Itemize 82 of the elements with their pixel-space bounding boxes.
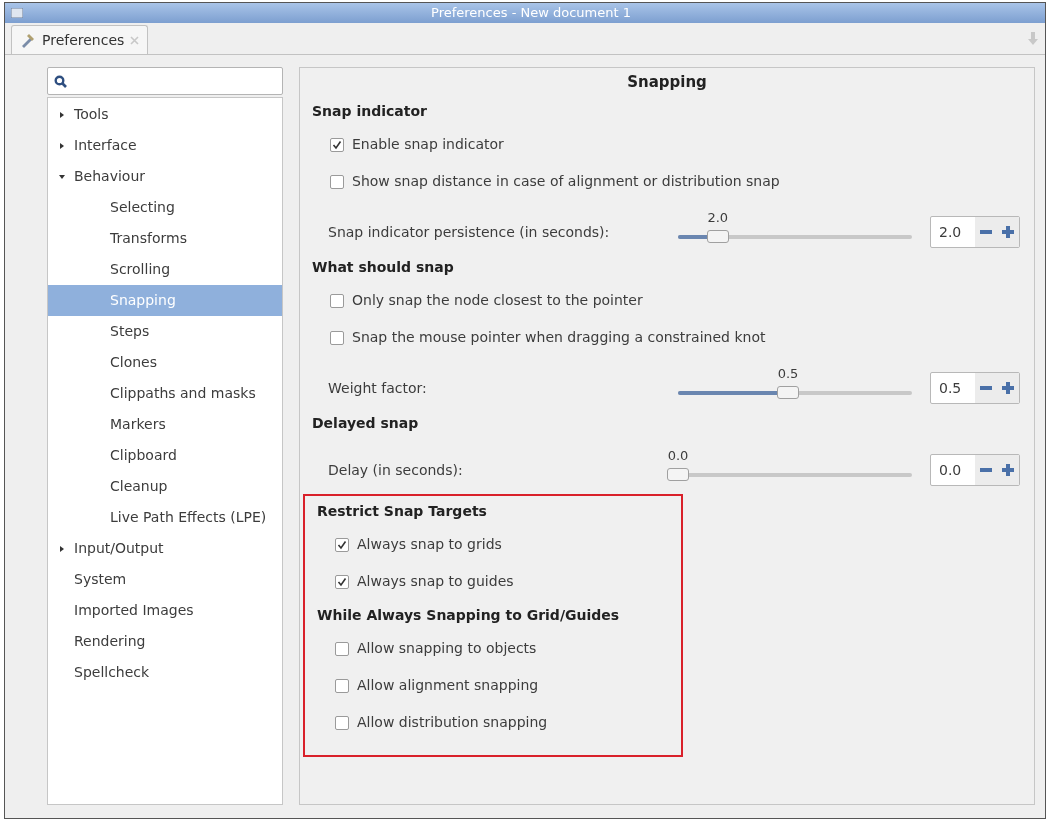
minus-icon	[980, 230, 992, 234]
slider[interactable]: 2.0	[670, 208, 920, 248]
search-field[interactable]	[47, 67, 283, 95]
slider[interactable]: 0.5	[670, 364, 920, 404]
tree-item[interactable]: Selecting	[48, 192, 282, 223]
decrement-button[interactable]	[975, 373, 997, 403]
checkbox-label: Show snap distance in case of alignment or distribution snap	[352, 172, 780, 191]
collapsed-arrow-icon[interactable]	[58, 110, 66, 119]
window-menu-icon[interactable]	[11, 8, 23, 18]
spin-field[interactable]: 0.0	[930, 454, 1020, 486]
tree-item[interactable]: Input/Output	[48, 533, 282, 564]
checkbox[interactable]	[335, 678, 349, 693]
tree-item[interactable]: Scrolling	[48, 254, 282, 285]
panel-title: Snapping	[626, 71, 708, 93]
slider-thumb[interactable]	[706, 230, 729, 243]
checkmark-icon	[332, 139, 342, 150]
spin-field[interactable]: 0.5	[930, 372, 1020, 404]
expanded-arrow-icon[interactable]	[58, 172, 66, 181]
checkbox-label: Enable snap indicator	[352, 135, 504, 154]
checkbox[interactable]	[330, 330, 344, 345]
tree-item[interactable]: Tools	[48, 99, 282, 130]
tree-item[interactable]: Clipboard	[48, 440, 282, 471]
checkbox[interactable]	[335, 537, 349, 552]
tree-item[interactable]: Interface	[48, 130, 282, 161]
section-heading: Snap indicator	[311, 101, 428, 121]
tree-item[interactable]: System	[48, 564, 282, 595]
spin-field[interactable]: 2.0	[930, 216, 1020, 248]
minus-icon	[980, 468, 992, 472]
plus-icon	[1002, 382, 1014, 394]
slider-label: Snap indicator persistence (in seconds):	[328, 223, 611, 242]
increment-button[interactable]	[997, 217, 1019, 247]
collapsed-arrow-icon[interactable]	[58, 544, 66, 553]
increment-button[interactable]	[997, 373, 1019, 403]
section-heading: Delayed snap	[311, 413, 420, 433]
tree-item[interactable]: Rendering	[48, 626, 282, 657]
tree-item[interactable]: Imported Images	[48, 595, 282, 626]
minus-icon	[980, 386, 992, 390]
checkbox-label: Always snap to grids	[357, 535, 502, 554]
checkbox-label: Allow snapping to objects	[357, 639, 537, 658]
checkmark-icon	[337, 539, 347, 550]
checkbox-label: Allow distribution snapping	[357, 713, 548, 732]
slider-label: Weight factor:	[328, 379, 428, 398]
increment-button[interactable]	[997, 455, 1019, 485]
checkbox-label: Allow alignment snapping	[357, 676, 539, 695]
tree-item[interactable]: Markers	[48, 409, 282, 440]
tree-item[interactable]: Steps	[48, 316, 282, 347]
section-heading: Restrict Snap Targets	[316, 501, 488, 521]
checkbox[interactable]	[330, 137, 344, 152]
search-icon	[54, 74, 67, 88]
slider-reading: 0.5	[777, 365, 799, 383]
tree-item[interactable]: Spellcheck	[48, 657, 282, 688]
slider[interactable]: 0.0	[670, 446, 920, 486]
checkbox-label: Only snap the node closest to the pointer	[352, 291, 643, 310]
window-title: Preferences - New document 1	[430, 4, 632, 23]
slider-thumb[interactable]	[667, 468, 689, 481]
checkbox-label: Always snap to guides	[357, 572, 514, 591]
plus-icon	[1002, 464, 1014, 476]
tree-item[interactable]: Live Path Effects (LPE)	[48, 502, 282, 533]
checkbox-label: Snap the mouse pointer when dragging a constrained knot	[352, 328, 766, 347]
slider-label: Delay (in seconds):	[328, 461, 464, 480]
checkmark-icon	[337, 576, 347, 587]
tree-item[interactable]: Behaviour	[48, 161, 282, 192]
checkbox[interactable]	[335, 641, 349, 656]
tab[interactable]: Preferences	[11, 25, 149, 54]
checkbox[interactable]	[330, 174, 344, 189]
checkbox[interactable]	[335, 574, 349, 589]
collapsed-arrow-icon[interactable]	[58, 141, 66, 150]
section-heading: What should snap	[311, 257, 455, 277]
tree-item[interactable]: Clippaths and masks	[48, 378, 282, 409]
slider-reading: 2.0	[707, 209, 729, 227]
tree-item[interactable]: Transforms	[48, 223, 282, 254]
plus-icon	[1002, 226, 1014, 238]
tree-item[interactable]: Cleanup	[48, 471, 282, 502]
tree-item[interactable]: Clones	[48, 347, 282, 378]
tools-icon	[20, 32, 36, 48]
slider-reading: 0.0	[667, 447, 689, 465]
decrement-button[interactable]	[975, 217, 997, 247]
slider-thumb[interactable]	[776, 386, 799, 399]
checkbox[interactable]	[330, 293, 344, 308]
section-heading: While Always Snapping to Grid/Guides	[316, 605, 621, 625]
checkbox[interactable]	[335, 715, 349, 730]
decrement-button[interactable]	[975, 455, 997, 485]
